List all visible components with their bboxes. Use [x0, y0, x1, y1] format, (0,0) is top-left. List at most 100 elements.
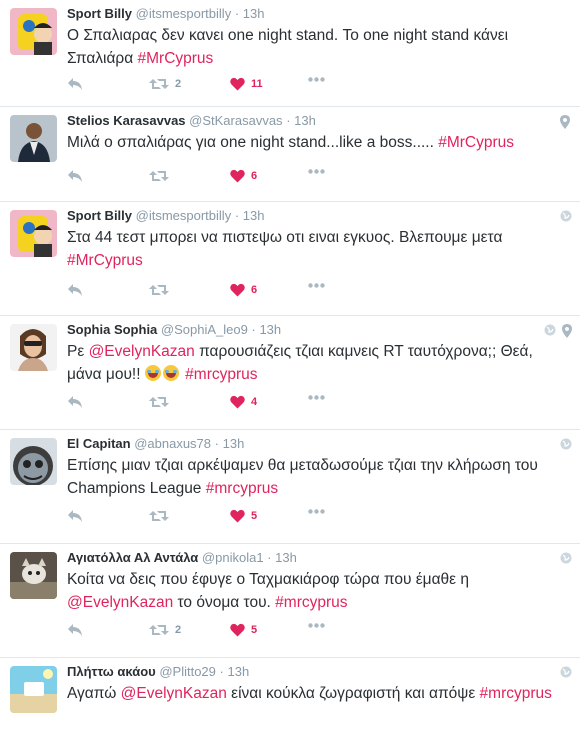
retweet-button[interactable] [149, 509, 169, 523]
more-dots-icon [308, 77, 325, 82]
author-name[interactable]: Sport Billy [67, 208, 132, 223]
timestamp[interactable]: 13h [227, 664, 249, 679]
timestamp[interactable]: 13h [243, 6, 265, 21]
location-pin-icon[interactable] [562, 324, 572, 338]
like-button[interactable]: 11 [230, 77, 263, 91]
retweet-button[interactable] [149, 283, 169, 297]
heart-icon [230, 623, 245, 637]
like-button[interactable]: 6 [230, 283, 257, 297]
timestamp[interactable]: 13h [223, 436, 245, 451]
author-handle[interactable]: @abnaxus78 [134, 436, 211, 451]
retweet-icon [149, 625, 169, 635]
tweet-actions: 2 11 [67, 77, 367, 93]
author-handle[interactable]: @itsmesportbilly [136, 6, 232, 21]
more-dots-icon [308, 395, 325, 400]
more-button[interactable] [308, 509, 325, 514]
tweet-actions: 6 [67, 169, 367, 185]
like-count: 6 [251, 284, 258, 296]
author-handle[interactable]: @Plitto29 [159, 664, 216, 679]
reply-button[interactable] [67, 395, 83, 409]
avatar[interactable] [10, 115, 57, 162]
globe-icon[interactable] [560, 210, 572, 222]
tweet-text: Αγαπώ @EvelynKazan είναι κούκλα ζωγραφισ… [67, 682, 560, 705]
reply-button[interactable] [67, 623, 83, 637]
retweet-button[interactable]: 2 [149, 623, 181, 637]
mention-link[interactable]: @EvelynKazan [67, 594, 173, 611]
retweet-button[interactable] [149, 395, 169, 409]
tweet-text: Κοίτα να δεις που έφυγε ο Ταχμακιάροφ τώ… [67, 568, 560, 614]
tweet[interactable]: Sport Billy @itsmesportbilly · 13h Ο Σπα… [0, 0, 580, 107]
tweet[interactable]: Αγιατόλλα Αλ Αντάλα @pnikola1 · 13h Κοίτ… [0, 544, 580, 658]
retweet-icon [149, 397, 169, 407]
timestamp[interactable]: 13h [243, 208, 265, 223]
text-segment: Κοίτα να δεις που έφυγε ο Ταχμακιάροφ τώ… [67, 571, 470, 588]
globe-icon[interactable] [560, 438, 572, 450]
separator-dot: · [286, 113, 291, 128]
avatar[interactable] [10, 324, 57, 371]
location-pin-icon[interactable] [560, 115, 570, 129]
more-button[interactable] [308, 395, 325, 400]
tweet[interactable]: Πλήττω ακάου @Plitto29 · 13h Αγαπώ @Evel… [0, 658, 580, 738]
text-segment: Αγαπώ [67, 685, 121, 702]
author-name[interactable]: Stelios Karasavvas [67, 113, 186, 128]
like-button[interactable]: 4 [230, 395, 257, 409]
more-button[interactable] [308, 169, 325, 174]
timestamp[interactable]: 13h [275, 550, 297, 565]
hashtag-link[interactable]: #mrcyprus [275, 594, 347, 611]
hashtag-link[interactable]: #mrcyprus [185, 366, 257, 383]
tweet[interactable]: Stelios Karasavvas @StKarasavvas · 13h Μ… [0, 107, 580, 202]
retweet-icon [149, 171, 169, 181]
author-name[interactable]: Αγιατόλλα Αλ Αντάλα [67, 550, 198, 565]
retweet-button[interactable] [149, 169, 169, 183]
tweet[interactable]: Sport Billy @itsmesportbilly · 13h Στα 4… [0, 202, 580, 316]
avatar[interactable] [10, 666, 57, 713]
author-name[interactable]: El Capitan [67, 436, 131, 451]
author-handle[interactable]: @pnikola1 [202, 550, 264, 565]
heart-icon [230, 77, 245, 91]
author-handle[interactable]: @StKarasavvas [189, 113, 282, 128]
author-name[interactable]: Πλήττω ακάου [67, 664, 156, 679]
reply-button[interactable] [67, 509, 83, 523]
hashtag-link[interactable]: #mrcyprus [206, 480, 278, 497]
text-segment: Στα 44 τεστ μπορει να πιστεψω οτι ειναι … [67, 229, 503, 246]
more-button[interactable] [308, 623, 325, 628]
tweet-text: Ρε @EvelynKazan παρουσιάζεις τζιαι καμνε… [67, 340, 560, 386]
hashtag-link[interactable]: #MrCyprus [138, 50, 214, 67]
globe-icon[interactable] [560, 552, 572, 564]
reply-button[interactable] [67, 77, 83, 91]
like-button[interactable]: 5 [230, 509, 257, 523]
tweet-actions: 4 [67, 395, 367, 411]
crying-laughing-emoji-icon [144, 365, 161, 381]
mention-link[interactable]: @EvelynKazan [121, 685, 227, 702]
avatar[interactable] [10, 552, 57, 599]
text-segment: είναι κούκλα ζωγραφιστή και απόψε [226, 685, 480, 702]
more-button[interactable] [308, 283, 325, 288]
avatar[interactable] [10, 210, 57, 257]
retweet-button[interactable]: 2 [149, 77, 181, 91]
tweet[interactable]: Sophia Sophia @SophiA_leo9 · 13h Ρε @Eve… [0, 316, 580, 430]
hashtag-link[interactable]: #mrcyprus [480, 685, 552, 702]
hashtag-link[interactable]: #MrCyprus [438, 134, 514, 151]
globe-icon[interactable] [560, 666, 572, 678]
timestamp[interactable]: 13h [294, 113, 316, 128]
author-name[interactable]: Sophia Sophia [67, 322, 157, 337]
reply-icon [68, 396, 82, 408]
retweet-icon [149, 79, 169, 89]
like-button[interactable]: 6 [230, 169, 257, 183]
author-handle[interactable]: @itsmesportbilly [136, 208, 232, 223]
heart-icon [230, 509, 245, 523]
hashtag-link[interactable]: #MrCyprus [67, 252, 143, 269]
author-handle[interactable]: @SophiA_leo9 [161, 322, 248, 337]
avatar[interactable] [10, 8, 57, 55]
reply-button[interactable] [67, 169, 83, 183]
more-button[interactable] [308, 77, 325, 82]
reply-button[interactable] [67, 283, 83, 297]
timestamp[interactable]: 13h [259, 322, 281, 337]
tweet[interactable]: El Capitan @abnaxus78 · 13h Επίσης μιαν … [0, 430, 580, 544]
separator-dot: · [214, 436, 219, 451]
author-name[interactable]: Sport Billy [67, 6, 132, 21]
like-button[interactable]: 5 [230, 623, 257, 637]
like-count: 5 [251, 510, 258, 522]
avatar[interactable] [10, 438, 57, 485]
mention-link[interactable]: @EvelynKazan [89, 343, 195, 360]
